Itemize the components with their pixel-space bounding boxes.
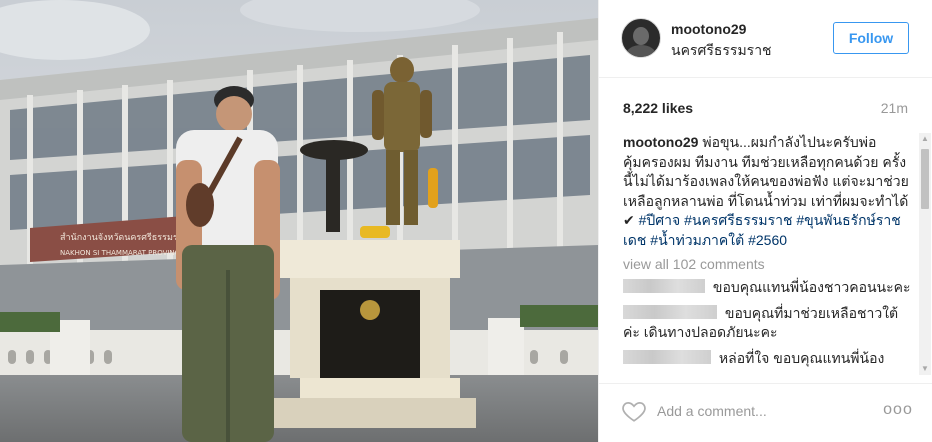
- comment-text: หล่อที่ใจ ขอบคุณแทนพี่น้อง: [718, 349, 885, 366]
- comment-item: ขอบคุณแทนพี่น้องชาวคอนนะคะ: [623, 278, 913, 298]
- comment-item: ขอบคุณที่มาช่วยเหลือชาวใต้ค่ะ เดินทางปลอ…: [623, 304, 913, 343]
- caption: mootono29 พ่อขุน...ผมกำลังไปนะครับพ่อ คุ…: [623, 133, 913, 250]
- instagram-post: สำนักงานจังหวัดนครศรีธรรมราช NAKHON SI T…: [0, 0, 932, 442]
- building-sign-english: NAKHON SI THAMMARAT PROVINCIAL: [60, 249, 190, 257]
- hashtag-link[interactable]: #นครศรีธรรมราช: [684, 212, 792, 228]
- follow-button[interactable]: Follow: [833, 22, 909, 54]
- comments-list: mootono29 พ่อขุน...ผมกำลังไปนะครับพ่อ คุ…: [623, 133, 913, 375]
- redacted-commenter-name[interactable]: [623, 349, 711, 364]
- avatar[interactable]: [621, 18, 661, 58]
- scroll-up-arrow-icon[interactable]: ▲: [919, 133, 931, 145]
- avatar-shoulders: [626, 45, 656, 57]
- comment-text: ขอบคุณแทนพี่น้องชาวคอนนะคะ: [712, 279, 911, 295]
- view-all-comments-link[interactable]: view all 102 comments: [623, 256, 913, 272]
- post-footer: ooo: [599, 383, 932, 442]
- hashtag-link[interactable]: #น้ำท่วมภาคใต้: [650, 232, 744, 248]
- scrollbar-thumb[interactable]: [921, 149, 929, 209]
- comments-scrollbar[interactable]: ▲ ▼: [919, 133, 931, 375]
- post-details-panel: mootono29 นครศรีธรรมราช Follow 8,222 lik…: [598, 0, 932, 442]
- post-username[interactable]: mootono29: [671, 21, 746, 37]
- building-sign-thai: สำนักงานจังหวัดนครศรีธรรมราช: [60, 232, 189, 243]
- post-photo[interactable]: สำนักงานจังหวัดนครศรีธรรมราช NAKHON SI T…: [0, 0, 598, 442]
- caption-username[interactable]: mootono29: [623, 134, 698, 150]
- comment-item: หล่อที่ใจ ขอบคุณแทนพี่น้อง: [623, 349, 913, 369]
- post-location[interactable]: นครศรีธรรมราช: [671, 40, 772, 62]
- likes-count[interactable]: 8,222 likes: [623, 100, 693, 116]
- heart-icon[interactable]: [621, 398, 647, 424]
- redacted-commenter-name[interactable]: [623, 279, 705, 293]
- scroll-down-arrow-icon[interactable]: ▼: [919, 363, 931, 375]
- hashtag-link[interactable]: #ปีศาจ: [639, 212, 681, 228]
- hashtag-link[interactable]: #2560: [748, 232, 787, 248]
- redacted-commenter-name[interactable]: [623, 304, 717, 319]
- more-options-icon[interactable]: ooo: [883, 400, 913, 420]
- avatar-face: [633, 27, 649, 45]
- post-timestamp[interactable]: 21m: [881, 100, 908, 116]
- post-header: mootono29 นครศรีธรรมราช Follow: [599, 0, 932, 78]
- photo-scene: สำนักงานจังหวัดนครศรีธรรมราช NAKHON SI T…: [0, 0, 598, 442]
- add-comment-input[interactable]: [657, 400, 867, 422]
